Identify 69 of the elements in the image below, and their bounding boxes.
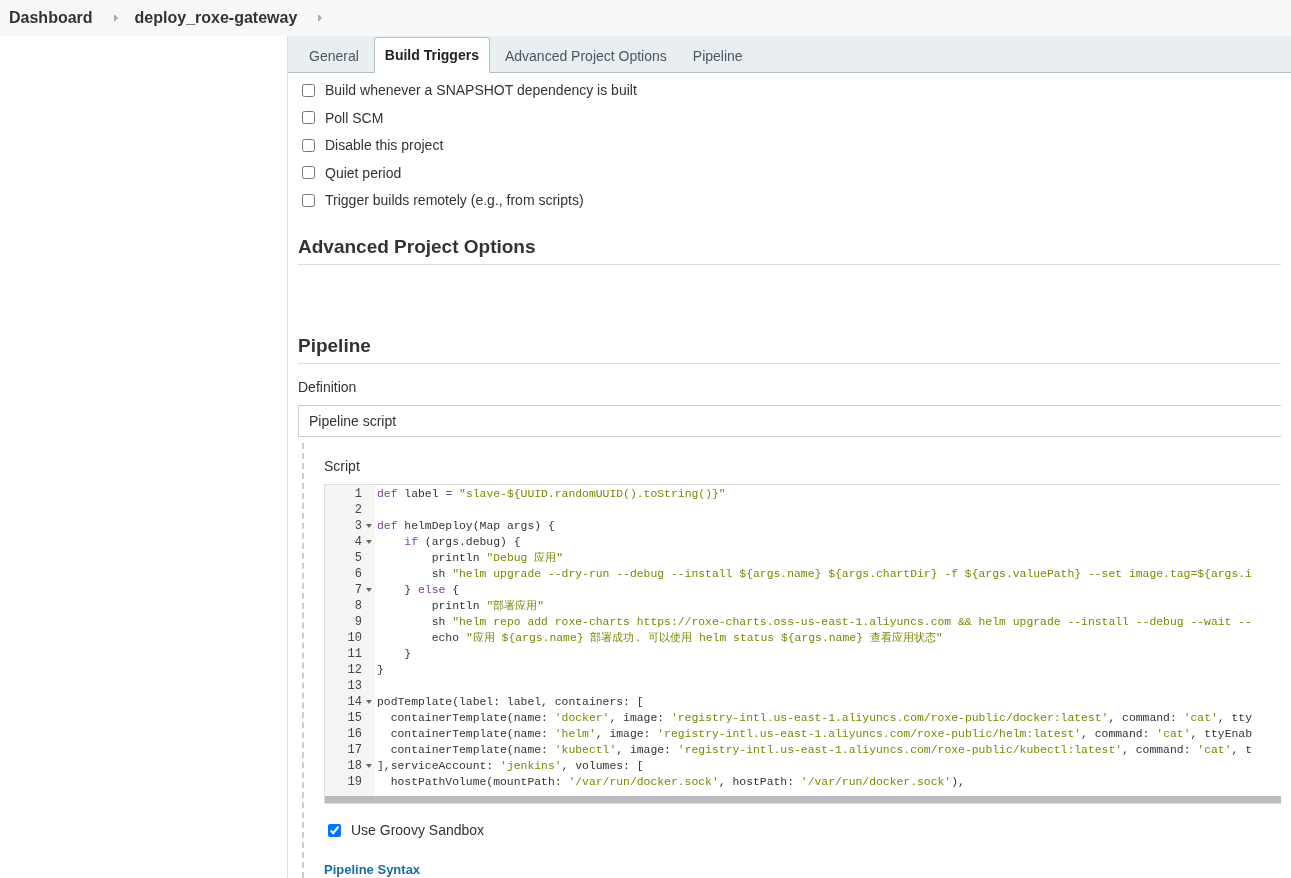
field-label: Definition: [298, 378, 358, 397]
line-number: 5: [353, 550, 363, 566]
fold-caret-icon[interactable]: [366, 588, 372, 592]
field-label: Script: [324, 457, 361, 476]
code-line: echo "应用 ${args.name} 部署成功. 可以使用 helm status ${args.name} 查看应用状态": [430, 631, 944, 646]
code-editor[interactable]: [324, 484, 1281, 804]
line-number: 12: [346, 662, 363, 678]
fold-caret-icon[interactable]: [366, 524, 372, 528]
line-number: 17: [346, 742, 363, 758]
checkbox[interactable]: [328, 823, 341, 837]
code-line: sh "helm upgrade --dry-run --debug --install ${args.name} ${args.chartDir} -f ${args.valuePath} --set image.tag=${args.i: [430, 567, 1253, 582]
line-number: 3: [325, 518, 375, 534]
checkbox[interactable]: [302, 193, 315, 207]
chevron-icon: [112, 14, 119, 22]
line-number: 4: [325, 534, 375, 550]
line-number: 2: [353, 502, 363, 518]
pipeline-syntax-link[interactable]: Pipeline Syntax: [324, 862, 421, 877]
definition-select[interactable]: Pipeline script: [298, 405, 1281, 437]
line-number: 7: [325, 582, 375, 598]
tab[interactable]: Advanced Project Options: [493, 38, 678, 73]
code-line: containerTemplate(name: 'helm', image: 'registry-intl.us-east-1.aliyuncs.com/roxe-public/helm:latest', command: 'cat', ttyEnab: [389, 727, 1253, 742]
checkbox-label: Build whenever a SNAPSHOT dependency is built: [325, 82, 637, 99]
line-number: 10: [346, 630, 363, 646]
line-number: 8: [353, 598, 363, 614]
tab[interactable]: General: [298, 38, 370, 73]
code-line: containerTemplate(name: 'docker', image: 'registry-intl.us-east-1.aliyuncs.com/roxe-public/docker:latest', command: 'cat', tty: [389, 711, 1253, 726]
section-heading: Pipeline: [298, 313, 1281, 364]
code-line: def helmDeploy(Map args) {: [377, 519, 556, 534]
line-number: 1: [353, 486, 363, 502]
checkbox[interactable]: [302, 166, 315, 180]
chevron-icon: [317, 14, 324, 22]
checkbox-label: Disable this project: [325, 137, 444, 154]
scrollbar[interactable]: [325, 796, 1281, 803]
code-line: println "部署应用": [430, 599, 546, 614]
checkbox-label: Use Groovy Sandbox: [351, 822, 485, 838]
code-line: ],serviceAccount: 'jenkins', volumes: [: [377, 759, 645, 774]
fold-caret-icon[interactable]: [366, 540, 372, 544]
fold-caret-icon[interactable]: [366, 700, 372, 704]
checkbox[interactable]: [302, 111, 315, 125]
code-line: } else {: [403, 583, 461, 598]
tab[interactable]: Build Triggers: [373, 36, 490, 73]
section-heading: Advanced Project Options: [298, 214, 1281, 265]
code-line: println "Debug 应用": [430, 551, 565, 566]
code-line: containerTemplate(name: 'kubectl', image: 'registry-intl.us-east-1.aliyuncs.com/roxe-public/kubectl:latest', command: 'cat', t: [389, 743, 1253, 758]
fold-caret-icon[interactable]: [366, 764, 372, 768]
checkbox[interactable]: [302, 83, 315, 97]
line-number: 11: [346, 646, 363, 662]
breadcrumb-link[interactable]: Dashboard: [9, 9, 93, 27]
line-number: 15: [346, 710, 363, 726]
checkbox-label: Trigger builds remotely (e.g., from scripts): [325, 192, 584, 209]
breadcrumb-link[interactable]: deploy_roxe-gateway: [134, 9, 298, 27]
line-number: 14: [325, 694, 375, 710]
checkbox-label: Poll SCM: [325, 109, 384, 126]
code-line: }: [377, 663, 385, 678]
line-number: 9: [353, 614, 363, 630]
code-line: sh "helm repo add roxe-charts https://roxe-charts.oss-us-east-1.aliyuncs.com && helm upgrade --install --debug --wait --: [430, 615, 1253, 630]
line-number: 19: [346, 774, 363, 790]
code-line: }: [403, 647, 413, 662]
tab[interactable]: Pipeline: [681, 38, 754, 73]
line-number: 6: [353, 566, 363, 582]
line-number: 18: [325, 758, 375, 774]
checkbox-label: Quiet period: [325, 164, 402, 181]
code-line: if (args.debug) {: [403, 535, 522, 550]
code-line: podTemplate(label: label, containers: [: [377, 695, 645, 710]
checkbox[interactable]: [302, 138, 315, 152]
line-number: 16: [346, 726, 363, 742]
code-line: def label = "slave-${UUID.randomUUID().toString()}": [377, 487, 727, 502]
line-number: 13: [346, 678, 363, 694]
code-line: hostPathVolume(mountPath: '/var/run/docker.sock', hostPath: '/var/run/docker.sock'),: [389, 775, 966, 790]
